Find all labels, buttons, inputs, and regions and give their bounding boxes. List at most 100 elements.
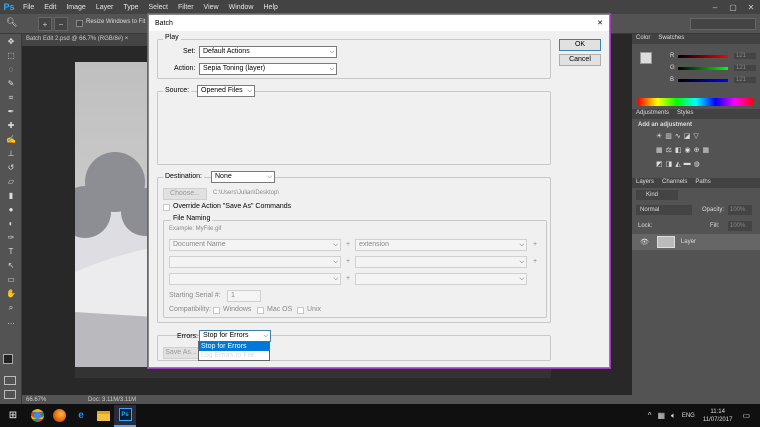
menu-filter[interactable]: Filter bbox=[178, 4, 194, 11]
blur-tool-icon[interactable]: ● bbox=[4, 204, 18, 216]
windows-checkbox[interactable] bbox=[213, 307, 220, 314]
override-save-as-checkbox[interactable] bbox=[163, 204, 170, 211]
green-slider[interactable] bbox=[678, 66, 728, 70]
naming-field-1[interactable]: Document Name ⌵ bbox=[169, 239, 341, 251]
cancel-button[interactable]: Cancel bbox=[559, 54, 601, 66]
lookup-icon[interactable]: ▦ bbox=[703, 146, 710, 154]
tab-paths[interactable]: Paths bbox=[695, 179, 710, 187]
hand-tool-icon[interactable]: ✋ bbox=[4, 288, 18, 300]
pen-tool-icon[interactable]: ✑ bbox=[4, 232, 18, 244]
source-select[interactable]: Opened Files ⌵ bbox=[197, 85, 255, 97]
zoom-out-icon[interactable]: − bbox=[54, 17, 68, 31]
crop-tool-icon[interactable]: ⌗ bbox=[4, 92, 18, 104]
clock[interactable]: 11:14 11/07/2017 bbox=[703, 408, 733, 424]
quick-select-tool-icon[interactable]: ✎ bbox=[4, 78, 18, 90]
volume-icon[interactable]: 🔈︎ bbox=[671, 411, 676, 421]
zoom-tool-icon[interactable]: 🔍︎ bbox=[6, 17, 17, 28]
shape-tool-icon[interactable]: ▭ bbox=[4, 274, 18, 286]
menu-help[interactable]: Help bbox=[264, 4, 278, 11]
photo-filter-icon[interactable]: ◉ bbox=[685, 146, 691, 154]
menu-image[interactable]: Image bbox=[66, 4, 85, 11]
brightness-icon[interactable]: ☀ bbox=[656, 132, 662, 140]
layer-row[interactable]: 👁︎ Layer bbox=[632, 234, 760, 250]
red-slider[interactable] bbox=[678, 54, 728, 58]
firefox-icon[interactable] bbox=[48, 405, 70, 427]
photoshop-taskbar-icon[interactable]: Ps bbox=[114, 404, 136, 427]
brush-tool-icon[interactable]: ✍ bbox=[4, 134, 18, 146]
type-tool-icon[interactable]: T bbox=[4, 246, 18, 258]
zoom-level[interactable]: 66.67% bbox=[26, 397, 46, 403]
threshold-icon[interactable]: ◭ bbox=[675, 160, 680, 168]
selective-color-icon[interactable]: ◍ bbox=[694, 160, 700, 168]
blue-slider[interactable] bbox=[678, 78, 728, 82]
dodge-tool-icon[interactable]: ◐ bbox=[4, 218, 18, 230]
resize-windows-checkbox[interactable] bbox=[76, 20, 83, 27]
dialog-close-button[interactable]: ✕ bbox=[597, 19, 603, 27]
edit-toolbar-icon[interactable]: … bbox=[4, 316, 18, 328]
gradient-tool-icon[interactable]: ▮ bbox=[4, 190, 18, 202]
menu-view[interactable]: View bbox=[204, 4, 219, 11]
blue-value[interactable]: 121 bbox=[734, 77, 756, 83]
choose-button[interactable]: Choose... bbox=[163, 188, 207, 200]
fill-value[interactable]: 100% bbox=[728, 221, 752, 231]
mac-os-checkbox[interactable] bbox=[257, 307, 264, 314]
maximize-button[interactable]: ▢ bbox=[724, 3, 742, 12]
language-indicator[interactable]: ENG bbox=[682, 413, 695, 419]
bw-icon[interactable]: ◧ bbox=[675, 146, 682, 154]
gradient-map-icon[interactable]: ▬ bbox=[684, 160, 691, 168]
tab-channels[interactable]: Channels bbox=[662, 179, 687, 187]
workspace-select[interactable] bbox=[690, 18, 756, 30]
posterize-icon[interactable]: ◨ bbox=[666, 160, 673, 168]
layer-name[interactable]: Layer bbox=[681, 239, 696, 245]
blend-mode-select[interactable]: Normal bbox=[636, 205, 692, 215]
exposure-icon[interactable]: ◪ bbox=[684, 132, 691, 140]
stamp-tool-icon[interactable]: ⊥ bbox=[4, 148, 18, 160]
red-value[interactable]: 121 bbox=[734, 53, 756, 59]
color-spectrum[interactable] bbox=[638, 98, 754, 106]
destination-select[interactable]: None ⌵ bbox=[211, 171, 275, 183]
show-hidden-icons-icon[interactable]: ^ bbox=[648, 411, 652, 420]
marquee-tool-icon[interactable]: ⬚ bbox=[4, 50, 18, 62]
naming-field-2[interactable]: extension ⌵ bbox=[355, 239, 527, 251]
eyedropper-tool-icon[interactable]: ✒ bbox=[4, 106, 18, 118]
ok-button[interactable]: OK bbox=[559, 39, 601, 51]
chrome-icon[interactable] bbox=[26, 405, 48, 427]
curves-icon[interactable]: ∿ bbox=[675, 132, 681, 140]
unix-checkbox[interactable] bbox=[297, 307, 304, 314]
screen-mode-icon[interactable] bbox=[4, 390, 16, 399]
color-foreground-swatch[interactable] bbox=[640, 52, 652, 64]
option-log-errors[interactable]: Log Errors to File bbox=[199, 351, 269, 360]
tab-styles[interactable]: Styles bbox=[677, 110, 693, 118]
invert-icon[interactable]: ◩ bbox=[656, 160, 663, 168]
eraser-tool-icon[interactable]: ▱ bbox=[4, 176, 18, 188]
naming-field-5[interactable]: ⌵ bbox=[169, 273, 341, 285]
vibrance-icon[interactable]: ▽ bbox=[693, 132, 698, 140]
menu-file[interactable]: File bbox=[23, 4, 34, 11]
menu-layer[interactable]: Layer bbox=[96, 4, 114, 11]
foreground-color-swatch[interactable] bbox=[3, 354, 13, 364]
menu-type[interactable]: Type bbox=[123, 4, 138, 11]
minimize-button[interactable]: – bbox=[706, 3, 724, 12]
menu-select[interactable]: Select bbox=[149, 4, 168, 11]
tab-color[interactable]: Color bbox=[636, 35, 650, 43]
visibility-eye-icon[interactable]: 👁︎ bbox=[640, 238, 649, 246]
notifications-icon[interactable]: ▭ bbox=[742, 411, 750, 420]
menu-edit[interactable]: Edit bbox=[44, 4, 56, 11]
hue-icon[interactable]: ▦ bbox=[656, 146, 663, 154]
mixer-icon[interactable]: ⊕ bbox=[694, 146, 700, 154]
tab-layers[interactable]: Layers bbox=[636, 179, 654, 187]
opacity-value[interactable]: 100% bbox=[728, 205, 752, 215]
quick-mask-icon[interactable] bbox=[4, 376, 16, 385]
tab-adjustments[interactable]: Adjustments bbox=[636, 110, 669, 118]
explorer-icon[interactable] bbox=[92, 405, 114, 427]
green-value[interactable]: 121 bbox=[734, 65, 756, 71]
path-select-tool-icon[interactable]: ↖ bbox=[4, 260, 18, 272]
network-icon[interactable]: ▦ bbox=[657, 411, 665, 420]
healing-tool-icon[interactable]: ✚ bbox=[4, 120, 18, 132]
naming-field-6[interactable]: ⌵ bbox=[355, 273, 527, 285]
errors-save-as-button[interactable]: Save As... bbox=[163, 347, 199, 359]
levels-icon[interactable]: ▥ bbox=[665, 132, 672, 140]
layer-kind-filter[interactable]: Kind bbox=[636, 190, 678, 200]
menu-window[interactable]: Window bbox=[229, 4, 254, 11]
move-tool-icon[interactable]: ✥ bbox=[4, 36, 18, 48]
